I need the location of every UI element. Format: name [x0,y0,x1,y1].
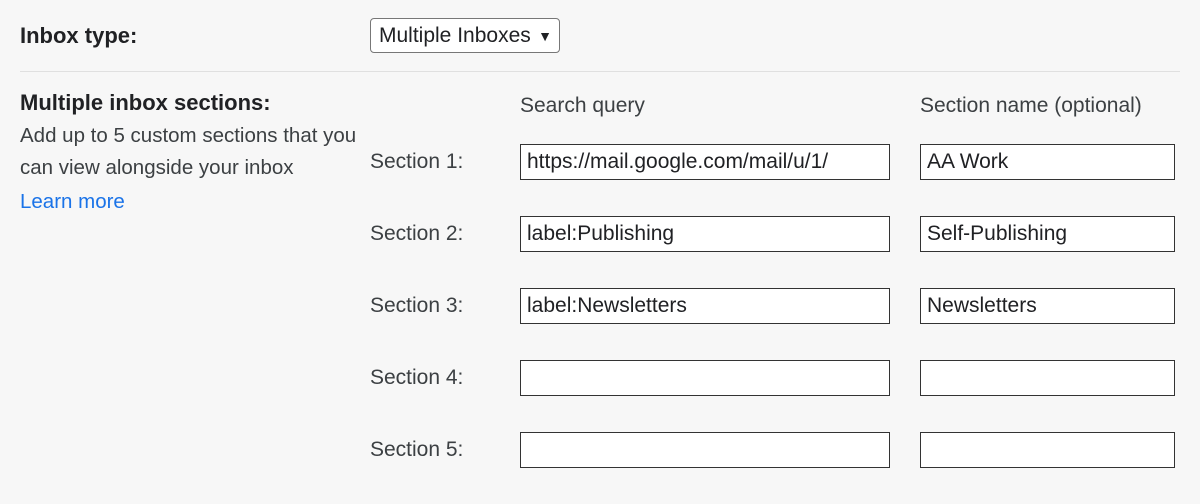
section-row: Section 4: [370,360,1180,396]
section-row: Section 3: [370,288,1180,324]
section-name-input[interactable] [920,288,1175,324]
section-name-input[interactable] [920,360,1175,396]
section-label: Section 1: [370,150,520,174]
section-row: Section 1: [370,144,1180,180]
multiple-inbox-sections-description: Add up to 5 custom sections that you can… [20,120,370,184]
section-label: Section 3: [370,294,520,318]
inbox-type-select[interactable]: Multiple Inboxes [370,18,560,53]
section-name-input[interactable] [920,216,1175,252]
search-query-header: Search query [520,94,920,118]
section-query-input[interactable] [520,288,890,324]
section-query-input[interactable] [520,144,890,180]
section-query-input[interactable] [520,216,890,252]
learn-more-link[interactable]: Learn more [20,190,125,214]
section-name-header: Section name (optional) [920,94,1180,118]
section-label: Section 5: [370,438,520,462]
section-query-input[interactable] [520,360,890,396]
section-name-input[interactable] [920,144,1175,180]
inbox-type-select-wrapper[interactable]: Multiple Inboxes ▼ [370,18,560,53]
section-row: Section 5: [370,432,1180,468]
section-query-input[interactable] [520,432,890,468]
section-row: Section 2: [370,216,1180,252]
section-label: Section 4: [370,366,520,390]
sections-grid-header: Search query Section name (optional) [370,94,1180,118]
section-label: Section 2: [370,222,520,246]
multiple-inbox-sections-title: Multiple inbox sections: [20,90,370,116]
section-name-input[interactable] [920,432,1175,468]
multiple-inbox-sections-area: Multiple inbox sections: Add up to 5 cus… [20,72,1180,504]
sections-grid: Search query Section name (optional) Sec… [370,90,1180,504]
inbox-type-row: Inbox type: Multiple Inboxes ▼ [20,18,1180,72]
inbox-type-label: Inbox type: [20,23,137,48]
